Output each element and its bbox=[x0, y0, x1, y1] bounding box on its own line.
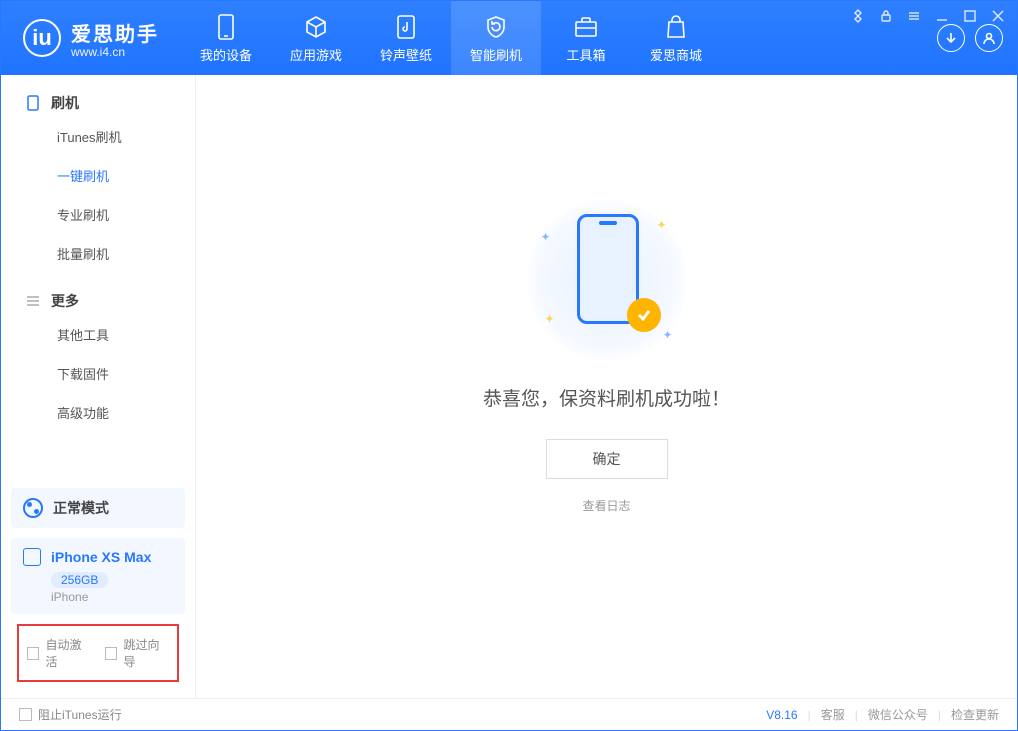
sidebar-head-more: 更多 bbox=[1, 291, 195, 315]
theme-icon[interactable] bbox=[849, 7, 867, 25]
version-label: V8.16 bbox=[766, 708, 797, 722]
success-illustration: ✦ ✦ ✦ ✦ bbox=[527, 200, 687, 360]
sidebar-item-oneclick[interactable]: 一键刷机 bbox=[1, 156, 195, 195]
sidebar: 刷机 iTunes刷机 一键刷机 专业刷机 批量刷机 更多 其他工具 下载固件 … bbox=[1, 75, 196, 698]
nav-label: 铃声壁纸 bbox=[380, 45, 432, 64]
sidebar-group-more: 更多 其他工具 下载固件 高级功能 bbox=[1, 273, 195, 432]
flash-options-highlight: 自动激活 跳过向导 bbox=[17, 624, 179, 682]
nav-label: 我的设备 bbox=[200, 45, 252, 64]
nav-tab-flash[interactable]: 智能刷机 bbox=[451, 1, 541, 75]
nav-label: 工具箱 bbox=[566, 45, 605, 64]
checkbox-icon bbox=[27, 647, 39, 660]
checkbox-label: 自动激活 bbox=[45, 636, 91, 670]
checkbox-label: 跳过向导 bbox=[123, 636, 169, 670]
sidebar-item-itunes[interactable]: iTunes刷机 bbox=[1, 117, 195, 156]
nav-label: 爱思商城 bbox=[650, 45, 702, 64]
device-type: iPhone bbox=[51, 590, 173, 604]
top-nav: 我的设备 应用游戏 铃声壁纸 智能刷机 工具箱 bbox=[181, 1, 721, 75]
sidebar-item-pro[interactable]: 专业刷机 bbox=[1, 195, 195, 234]
app-body: 刷机 iTunes刷机 一键刷机 专业刷机 批量刷机 更多 其他工具 下载固件 … bbox=[1, 75, 1017, 698]
sidebar-item-batch[interactable]: 批量刷机 bbox=[1, 234, 195, 273]
nav-tab-toolbox[interactable]: 工具箱 bbox=[541, 1, 631, 75]
close-button[interactable] bbox=[989, 7, 1007, 25]
maximize-button[interactable] bbox=[961, 7, 979, 25]
checkbox-skip-guide[interactable]: 跳过向导 bbox=[105, 636, 169, 670]
footer-link-update[interactable]: 检查更新 bbox=[951, 706, 999, 723]
check-badge-icon bbox=[627, 298, 661, 332]
nav-tab-device[interactable]: 我的设备 bbox=[181, 1, 271, 75]
brand-logo: iu 爱思助手 www.i4.cn bbox=[1, 1, 181, 75]
mode-icon bbox=[23, 498, 43, 518]
device-capacity: 256GB bbox=[51, 572, 108, 588]
music-file-icon bbox=[392, 13, 420, 41]
device-name: iPhone XS Max bbox=[51, 549, 151, 565]
sidebar-item-firmware[interactable]: 下载固件 bbox=[1, 354, 195, 393]
device-phone-icon bbox=[23, 548, 41, 566]
phone-icon bbox=[25, 95, 41, 111]
device-card[interactable]: iPhone XS Max 256GB iPhone bbox=[11, 538, 185, 614]
briefcase-icon bbox=[572, 13, 600, 41]
sparkle-icon: ✦ bbox=[541, 230, 551, 244]
status-bar: 阻止iTunes运行 V8.16 | 客服 | 微信公众号 | 检查更新 bbox=[1, 698, 1017, 730]
minimize-button[interactable] bbox=[933, 7, 951, 25]
sparkle-icon: ✦ bbox=[662, 328, 672, 342]
brand-name: 爱思助手 bbox=[71, 18, 159, 47]
nav-tab-store[interactable]: 爱思商城 bbox=[631, 1, 721, 75]
checkbox-icon bbox=[105, 647, 117, 660]
cube-icon bbox=[302, 13, 330, 41]
checkbox-label: 阻止iTunes运行 bbox=[38, 706, 122, 723]
sidebar-title: 刷机 bbox=[51, 93, 79, 113]
checkbox-auto-activate[interactable]: 自动激活 bbox=[27, 636, 91, 670]
window-controls bbox=[849, 7, 1007, 25]
sidebar-item-adv[interactable]: 高级功能 bbox=[1, 393, 195, 432]
nav-tab-ringtones[interactable]: 铃声壁纸 bbox=[361, 1, 451, 75]
sparkle-icon: ✦ bbox=[656, 218, 666, 232]
ok-button[interactable]: 确定 bbox=[546, 439, 668, 479]
brand-glyph: iu bbox=[23, 19, 61, 57]
checkbox-icon bbox=[19, 708, 32, 721]
sidebar-bottom: 正常模式 iPhone XS Max 256GB iPhone 自动激活 跳过向… bbox=[1, 478, 195, 698]
sparkle-icon: ✦ bbox=[545, 312, 555, 326]
nav-tab-apps[interactable]: 应用游戏 bbox=[271, 1, 361, 75]
mode-card[interactable]: 正常模式 bbox=[11, 488, 185, 528]
sidebar-group-flash: 刷机 iTunes刷机 一键刷机 专业刷机 批量刷机 bbox=[1, 75, 195, 273]
main-content: ✦ ✦ ✦ ✦ 恭喜您，保资料刷机成功啦！ 确定 查看日志 bbox=[196, 75, 1017, 698]
download-button[interactable] bbox=[937, 24, 965, 52]
nav-label: 智能刷机 bbox=[470, 45, 522, 64]
sidebar-item-other[interactable]: 其他工具 bbox=[1, 315, 195, 354]
footer-right: V8.16 | 客服 | 微信公众号 | 检查更新 bbox=[766, 706, 999, 723]
brand-url: www.i4.cn bbox=[71, 45, 159, 59]
list-icon bbox=[25, 293, 41, 309]
profile-button[interactable] bbox=[975, 24, 1003, 52]
lock-icon[interactable] bbox=[877, 7, 895, 25]
sidebar-title: 更多 bbox=[51, 291, 79, 311]
bag-icon bbox=[662, 13, 690, 41]
app-header: iu 爱思助手 www.i4.cn 我的设备 应用游戏 铃声壁纸 bbox=[1, 1, 1017, 75]
success-message: 恭喜您，保资料刷机成功啦！ bbox=[483, 384, 730, 411]
nav-label: 应用游戏 bbox=[290, 45, 342, 64]
refresh-shield-icon bbox=[482, 13, 510, 41]
footer-link-wechat[interactable]: 微信公众号 bbox=[868, 706, 928, 723]
mode-label: 正常模式 bbox=[53, 498, 109, 518]
footer-link-support[interactable]: 客服 bbox=[821, 706, 845, 723]
checkbox-block-itunes[interactable]: 阻止iTunes运行 bbox=[19, 706, 122, 723]
sidebar-head-flash: 刷机 bbox=[1, 93, 195, 117]
view-log-link[interactable]: 查看日志 bbox=[582, 497, 630, 514]
menu-icon[interactable] bbox=[905, 7, 923, 25]
phone-icon bbox=[212, 13, 240, 41]
